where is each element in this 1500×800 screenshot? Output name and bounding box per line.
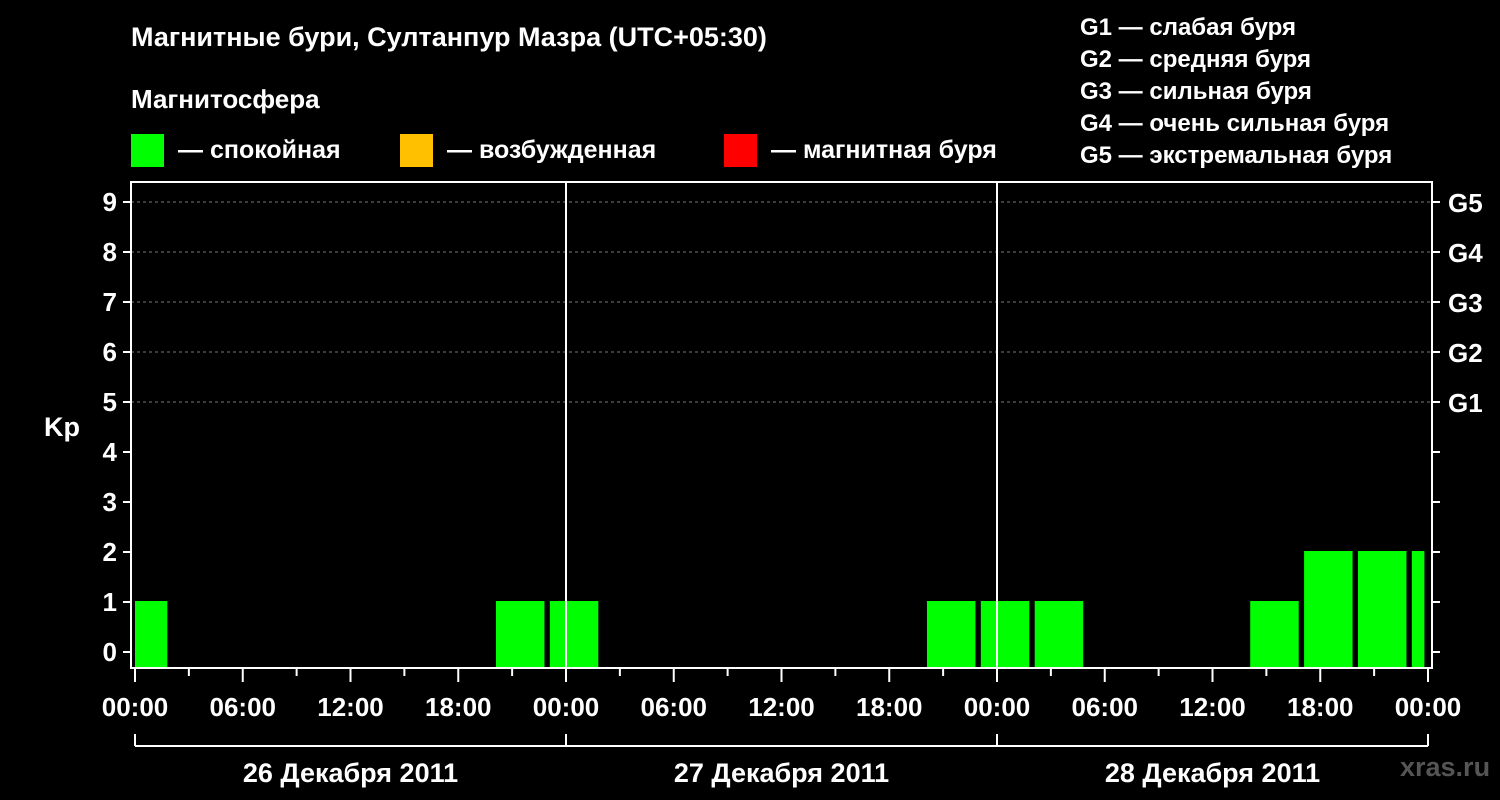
y-tick-label: 1 <box>103 587 117 617</box>
kp-bar <box>980 601 1030 668</box>
x-tick-label: 06:00 <box>1072 692 1139 722</box>
g-scale-label: G3 <box>1448 288 1483 318</box>
y-tick-label: 2 <box>103 537 117 567</box>
kp-bar <box>135 601 168 668</box>
x-tick-label: 18:00 <box>856 692 923 722</box>
x-tick-label: 12:00 <box>317 692 384 722</box>
kp-bar <box>926 601 976 668</box>
kp-bar <box>1034 601 1084 668</box>
day-label: 27 Декабря 2011 <box>674 758 889 788</box>
y-tick-label: 8 <box>103 237 117 267</box>
y-tick-label: 6 <box>103 337 117 367</box>
day-label: 28 Декабря 2011 <box>1105 758 1320 788</box>
kp-bar <box>495 601 545 668</box>
x-tick-label: 00:00 <box>1395 692 1462 722</box>
x-tick-label: 00:00 <box>964 692 1031 722</box>
x-tick-label: 18:00 <box>1287 692 1354 722</box>
kp-bar <box>1357 551 1407 668</box>
g-scale-label: G5 <box>1448 188 1483 218</box>
kp-chart: 0 1 2 3 4 5 6 7 8 9 G1 G2 G3 G4 G5 Kp 00:00 06:00 12:00 18:… <box>44 181 1483 788</box>
x-tick-label: 12:00 <box>1179 692 1246 722</box>
y-tick-label: 7 <box>103 287 117 317</box>
y-tick-label: 4 <box>103 437 118 467</box>
x-tick-label: 06:00 <box>641 692 708 722</box>
y-tick-label: 5 <box>103 387 117 417</box>
kp-bar <box>1304 551 1353 668</box>
watermark: xras.ru <box>1400 752 1491 782</box>
g-scale-label: G4 <box>1448 238 1483 268</box>
y-axis-label: Kp <box>44 412 80 442</box>
y-tick-label: 9 <box>103 187 117 217</box>
kp-bar <box>1250 601 1299 668</box>
y-tick-label: 3 <box>103 487 117 517</box>
plot-frame <box>130 181 1433 669</box>
x-tick-label: 18:00 <box>425 692 492 722</box>
x-tick-label: 06:00 <box>210 692 277 722</box>
x-tick-label: 00:00 <box>533 692 600 722</box>
g-scale-label: G2 <box>1448 338 1483 368</box>
x-tick-label: 00:00 <box>102 692 169 722</box>
kp-bar <box>1411 551 1425 668</box>
y-tick-label: 0 <box>103 637 117 667</box>
day-label: 26 Декабря 2011 <box>243 758 458 788</box>
x-tick-label: 12:00 <box>748 692 815 722</box>
kp-bar <box>549 601 599 668</box>
g-scale-label: G1 <box>1448 388 1483 418</box>
